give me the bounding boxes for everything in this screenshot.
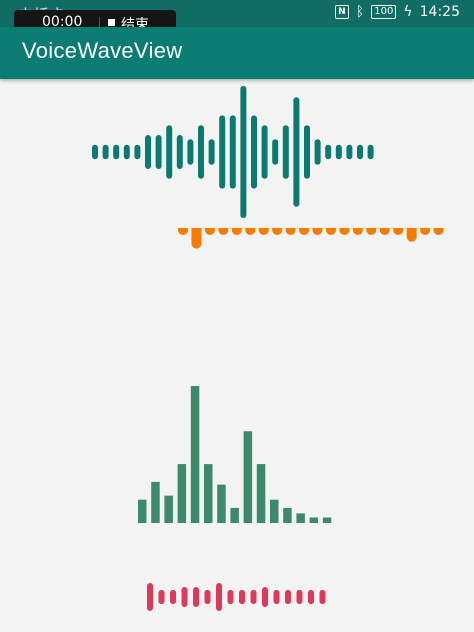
wave-bar [270,499,279,523]
hanging-bar [178,228,188,235]
wave-bar [177,464,187,523]
hanging-bar [339,228,350,235]
hanging-bar [325,228,336,235]
hanging-bar [393,228,404,235]
wave-bar [322,517,332,523]
hanging-bar [433,228,444,235]
hanging-bar [366,228,377,235]
wave-bar [217,484,226,523]
hanging-bar [285,228,296,235]
hanging-bar [312,228,323,235]
wave-bar [283,507,292,523]
voice-wave-canvas [92,86,444,612]
hanging-bar [191,228,202,249]
hanging-bar [231,228,242,235]
wave-bar [256,464,266,523]
hanging-bar [299,228,310,235]
top-down-voice-wave [178,228,444,249]
wave-bar [230,507,239,523]
hanging-bar [218,228,229,235]
hanging-bar [258,228,269,235]
hanging-bar [406,228,417,242]
center-voice-wave [92,86,374,218]
wave-bar [309,517,319,523]
hanging-bar [204,228,215,235]
wave-bar [138,499,147,523]
hanging-bar [352,228,363,235]
wave-bar [151,481,160,523]
hanging-bar [379,228,390,235]
wave-bar [243,431,253,523]
hanging-bar [272,228,283,235]
wave-bar [296,513,305,523]
pink-voice-wave [147,582,326,612]
hanging-bar [245,228,256,235]
wave-bar [164,495,173,523]
hanging-bar [420,228,431,235]
wave-bar [204,464,213,523]
bar-voice-wave [138,386,332,523]
wave-bar [190,386,200,523]
